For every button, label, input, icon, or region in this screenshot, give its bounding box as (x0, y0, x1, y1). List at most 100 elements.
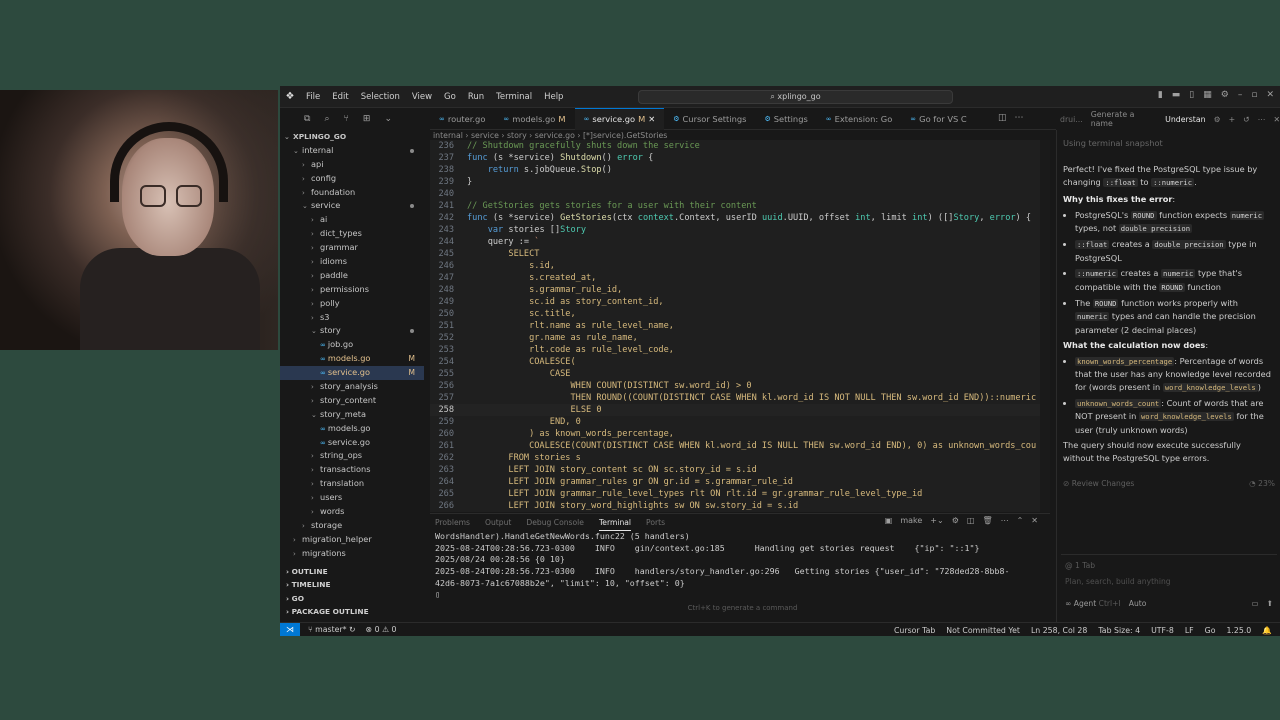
tab-service-go[interactable]: ∞ service.go M ✕ (574, 107, 665, 130)
tab-extension-go[interactable]: ∞ Extension: Go (817, 108, 902, 130)
file-item[interactable]: ∞ service.go (280, 436, 424, 450)
tab-models-go[interactable]: ∞ models.go M (494, 108, 574, 130)
panel-tab-output[interactable]: Output (485, 514, 511, 531)
folder-item[interactable]: › translation (280, 477, 424, 491)
file-item[interactable]: ∞ models.go M (280, 352, 424, 366)
attached-context[interactable]: @ 1 Tab (1065, 561, 1277, 570)
status-item[interactable]: Cursor Tab (894, 626, 935, 635)
file-item[interactable]: ∞ service.go M (280, 366, 424, 381)
menu-item-view[interactable]: View (406, 92, 438, 102)
folder-item[interactable]: › migrations (280, 547, 424, 561)
chat-settings-icon[interactable]: ⚙ (1214, 115, 1221, 124)
toggle-panel-icon[interactable]: ▬ (1172, 90, 1181, 100)
status-item[interactable]: UTF-8 (1151, 626, 1174, 635)
layout-icon[interactable]: ▦ (1203, 90, 1212, 100)
folder-item[interactable]: › polly (280, 297, 424, 311)
minimize-icon[interactable]: – (1238, 90, 1243, 100)
tab-router-go[interactable]: ∞ router.go (430, 108, 494, 130)
folder-item[interactable]: › foundation (280, 186, 424, 200)
kill-terminal-icon[interactable]: 🗑 (982, 516, 992, 525)
chat-truncated-tab[interactable]: drui... (1060, 115, 1083, 124)
image-attach-icon[interactable]: ▭ (1251, 599, 1258, 608)
more-views-icon[interactable]: ⌄ (384, 114, 392, 124)
chat-input[interactable]: Plan, search, build anything (1065, 577, 1277, 586)
history-icon[interactable]: ↺ (1243, 115, 1250, 124)
section-go[interactable]: › GO (280, 592, 424, 606)
model-selector[interactable]: Auto (1129, 599, 1147, 608)
new-terminal-icon[interactable]: +⌄ (930, 516, 943, 525)
section-outline[interactable]: › OUTLINE (280, 565, 424, 579)
toggle-secondary-icon[interactable]: ▯ (1189, 90, 1194, 100)
close-icon[interactable]: ✕ (1266, 90, 1274, 100)
folder-item[interactable]: › migration_helper (280, 533, 424, 547)
branch-indicator[interactable]: ⑂ master* ↻ (308, 625, 356, 634)
section-package-outline[interactable]: › PACKAGE OUTLINE (280, 605, 424, 619)
menu-item-selection[interactable]: Selection (355, 92, 406, 102)
maximize-icon[interactable]: ▫ (1251, 90, 1257, 100)
breadcrumb[interactable]: internal › service › story › service.go … (433, 131, 667, 140)
panel-tab-terminal[interactable]: Terminal (598, 514, 632, 531)
notifications-bell-icon[interactable]: 🔔 (1262, 626, 1272, 635)
menu-item-help[interactable]: Help (538, 92, 569, 102)
folder-item[interactable]: › paddle (280, 269, 424, 283)
status-item[interactable]: LF (1185, 626, 1194, 635)
problems-indicator[interactable]: ⊗ 0 ⚠ 0 (366, 625, 397, 634)
chat-tab-generate[interactable]: Generate a name (1091, 110, 1157, 128)
toggle-sidebar-icon[interactable]: ▮ (1158, 90, 1163, 100)
chat-tab-understand[interactable]: Understan (1165, 115, 1205, 124)
code-editor[interactable]: 236 // Shutdown gracefully shuts down the… (430, 140, 1050, 512)
more-actions-icon[interactable]: ⋯ (1015, 113, 1024, 123)
close-panel-icon[interactable]: ✕ (1031, 516, 1038, 525)
split-terminal-icon[interactable]: ◫ (967, 516, 975, 525)
folder-item[interactable]: › string_ops (280, 449, 424, 463)
search-view-icon[interactable]: ⌕ (324, 114, 329, 124)
remote-icon[interactable]: ⋊ (280, 622, 300, 636)
file-item[interactable]: ∞ job.go (280, 338, 424, 352)
tab-settings[interactable]: ⚙ Settings (755, 108, 816, 130)
status-item[interactable]: Tab Size: 4 (1098, 626, 1140, 635)
chat-more-icon[interactable]: ⋯ (1258, 115, 1266, 124)
folder-item[interactable]: › api (280, 158, 424, 172)
folder-item[interactable]: › idioms (280, 255, 424, 269)
menu-item-file[interactable]: File (300, 92, 326, 102)
explorer-icon[interactable]: ⧉ (304, 114, 310, 124)
folder-item[interactable]: › grammar (280, 241, 424, 255)
maximize-panel-icon[interactable]: ⌃ (1017, 516, 1024, 525)
command-center-search[interactable]: ⌕ xplingo_go (638, 90, 953, 104)
send-icon[interactable]: ⬆ (1267, 599, 1273, 608)
folder-item[interactable]: › users (280, 491, 424, 505)
folder-item[interactable]: › s3 (280, 311, 424, 325)
source-control-icon[interactable]: ⑂ (343, 114, 348, 124)
status-item[interactable]: Ln 258, Col 28 (1031, 626, 1087, 635)
panel-tab-ports[interactable]: Ports (646, 514, 665, 531)
folder-item[interactable]: ⌄ story (280, 324, 424, 338)
agent-mode-button[interactable]: ∞ Agent Ctrl+I (1065, 599, 1121, 608)
status-item[interactable]: 1.25.0 (1226, 626, 1251, 635)
tab-close-icon[interactable]: ✕ (648, 108, 655, 130)
folder-item[interactable]: › config (280, 172, 424, 186)
folder-item[interactable]: ⌄ service (280, 199, 424, 213)
panel-tab-debug-console[interactable]: Debug Console (526, 514, 584, 531)
terminal-settings-icon[interactable]: ⚙ (952, 516, 959, 525)
menu-item-run[interactable]: Run (462, 92, 490, 102)
split-editor-icon[interactable]: ◫ (998, 113, 1007, 123)
chat-close-icon[interactable]: ✕ (1273, 115, 1280, 124)
terminal-shell-name[interactable]: make (900, 516, 922, 525)
folder-item[interactable]: ⌄ story_meta (280, 408, 424, 422)
status-item[interactable]: Go (1205, 626, 1216, 635)
folder-item[interactable]: › ai (280, 213, 424, 227)
folder-item[interactable]: › story_content (280, 394, 424, 408)
folder-item[interactable]: › story_analysis (280, 380, 424, 394)
panel-tab-problems[interactable]: Problems (435, 514, 470, 531)
folder-item[interactable]: › words (280, 505, 424, 519)
folder-item[interactable]: › transactions (280, 463, 424, 477)
section-timeline[interactable]: › TIMELINE (280, 578, 424, 592)
file-item[interactable]: ∞ models.go (280, 422, 424, 436)
tab-go-for-vs-c[interactable]: ∞ Go for VS C (901, 108, 975, 130)
settings-gear-icon[interactable]: ⚙ (1221, 90, 1229, 100)
folder-item[interactable]: › dict_types (280, 227, 424, 241)
explorer-root[interactable]: ⌄ XPLINGO_GO (280, 130, 424, 144)
extensions-icon[interactable]: ⊞ (363, 114, 371, 124)
folder-item[interactable]: › storage (280, 519, 424, 533)
terminal-output[interactable]: WordsHandler).HandleGetNewWords.func22 (… (430, 531, 1050, 612)
